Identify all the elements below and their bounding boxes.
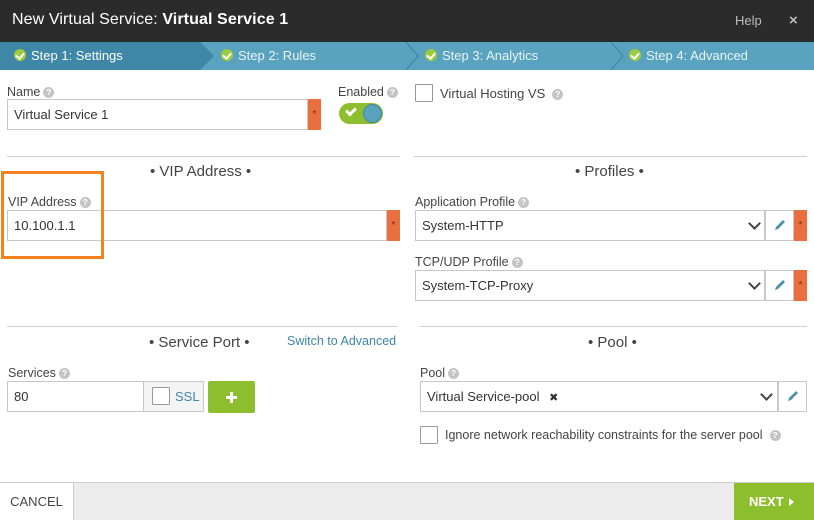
help-link[interactable]: Help [735,13,762,28]
ssl-label: SSL [175,389,200,404]
pencil-icon [788,391,798,401]
virtual-hosting-checkbox[interactable] [415,84,433,102]
chevron-down-icon [748,277,761,290]
section-divider [7,326,397,327]
name-input[interactable]: Virtual Service 1 [7,99,308,130]
tab-step-4-label: Step 4: Advanced [646,48,748,63]
section-divider [7,156,400,157]
edit-pool-button[interactable] [778,381,807,412]
tcp-profile-label-text: TCP/UDP Profile [415,255,509,269]
vip-section-title: • VIP Address • [150,163,252,180]
ignore-reachability-label: Ignore network reachability constraints … [445,428,781,442]
enabled-toggle[interactable] [339,103,383,124]
help-icon[interactable]: ? [448,368,460,379]
enabled-label: Enabled? [338,85,398,99]
profiles-section-title: • Profiles • [575,163,644,180]
ignore-reachability-label-text: Ignore network reachability constraints … [445,428,763,442]
required-marker: * [794,270,807,301]
check-icon [344,104,358,117]
next-button[interactable]: NEXT [734,483,814,520]
dialog-titlebar: New Virtual Service: Virtual Service 1 H… [0,0,814,42]
help-icon[interactable]: ? [386,87,398,98]
services-label-text: Services [8,366,56,380]
tcp-profile-label: TCP/UDP Profile? [415,255,523,269]
pool-label: Pool? [420,366,460,380]
edit-app-profile-button[interactable] [765,210,794,241]
tab-step-3-label: Step 3: Analytics [442,48,539,63]
required-marker: * [794,210,807,241]
app-profile-label: Application Profile? [415,195,530,209]
virtual-hosting-label: Virtual Hosting VS? [440,86,564,101]
help-icon[interactable]: ? [58,368,70,379]
name-label: Name? [7,85,55,99]
cancel-button[interactable]: CANCEL [0,483,74,520]
dialog-title-name: Virtual Service 1 [162,11,289,28]
dialog-title: New Virtual Service: Virtual Service 1 [12,11,288,29]
tab-step-1-label: Step 1: Settings [31,48,123,63]
tab-step-1-settings[interactable]: Step 1: Settings [0,42,200,70]
toggle-knob [363,104,382,123]
check-circle-icon [629,49,641,61]
check-circle-icon [221,49,233,61]
highlight-box [1,171,104,259]
tab-step-2-rules[interactable]: Step 2: Rules [221,42,411,70]
app-profile-value: System-HTTP [422,218,504,233]
name-label-text: Name [7,85,41,99]
virtual-hosting-label-text: Virtual Hosting VS [440,86,546,101]
tcp-profile-value: System-TCP-Proxy [422,278,534,293]
enabled-label-text: Enabled [338,85,384,99]
add-service-button[interactable] [208,381,255,413]
step-separator-icon [405,42,419,70]
pool-section-title: • Pool • [588,334,637,351]
app-profile-select[interactable]: System-HTTP [415,210,765,241]
required-marker: * [387,210,400,241]
ssl-toggle[interactable]: SSL [143,381,204,412]
tcp-profile-select[interactable]: System-TCP-Proxy [415,270,765,301]
service-port-section-title: • Service Port • [149,334,250,351]
pencil-icon [775,220,785,230]
tab-step-4-advanced[interactable]: Step 4: Advanced [629,42,814,70]
remove-pool-icon[interactable]: ✖ [549,392,558,404]
services-port-input[interactable]: 80 [7,381,144,412]
wizard-steps: Step 1: Settings Step 2: Rules Step 3: A… [0,42,814,70]
tab-step-3-analytics[interactable]: Step 3: Analytics [425,42,615,70]
step-separator-icon [200,42,214,70]
chevron-down-icon [748,217,761,230]
services-label: Services? [8,366,70,380]
pool-select[interactable]: Virtual Service-pool ✖ [420,381,778,412]
dialog-title-prefix: New Virtual Service: [12,11,158,28]
required-marker: * [308,99,321,130]
chevron-down-icon [760,388,773,401]
arrow-right-icon [788,498,794,506]
pool-value: Virtual Service-pool [427,389,540,404]
help-icon[interactable]: ? [518,197,530,208]
check-circle-icon [425,49,437,61]
pencil-icon [775,280,785,290]
help-icon[interactable]: ? [769,430,781,441]
ignore-reachability-checkbox[interactable] [420,426,438,444]
next-button-label: NEXT [749,494,784,509]
ssl-checkbox[interactable] [152,387,170,405]
check-circle-icon [14,49,26,61]
help-icon[interactable]: ? [43,87,55,98]
app-profile-label-text: Application Profile [415,195,516,209]
tab-step-2-label: Step 2: Rules [238,48,317,63]
help-icon[interactable]: ? [552,89,564,100]
step-separator-icon [610,42,624,70]
section-divider [420,326,807,327]
edit-tcp-profile-button[interactable] [765,270,794,301]
pool-label-text: Pool [420,366,446,380]
section-divider [414,156,807,157]
dialog-footer: CANCEL NEXT [0,482,814,520]
close-icon[interactable]: × [789,12,798,29]
help-icon[interactable]: ? [511,257,523,268]
switch-to-advanced-link[interactable]: Switch to Advanced [287,334,396,348]
